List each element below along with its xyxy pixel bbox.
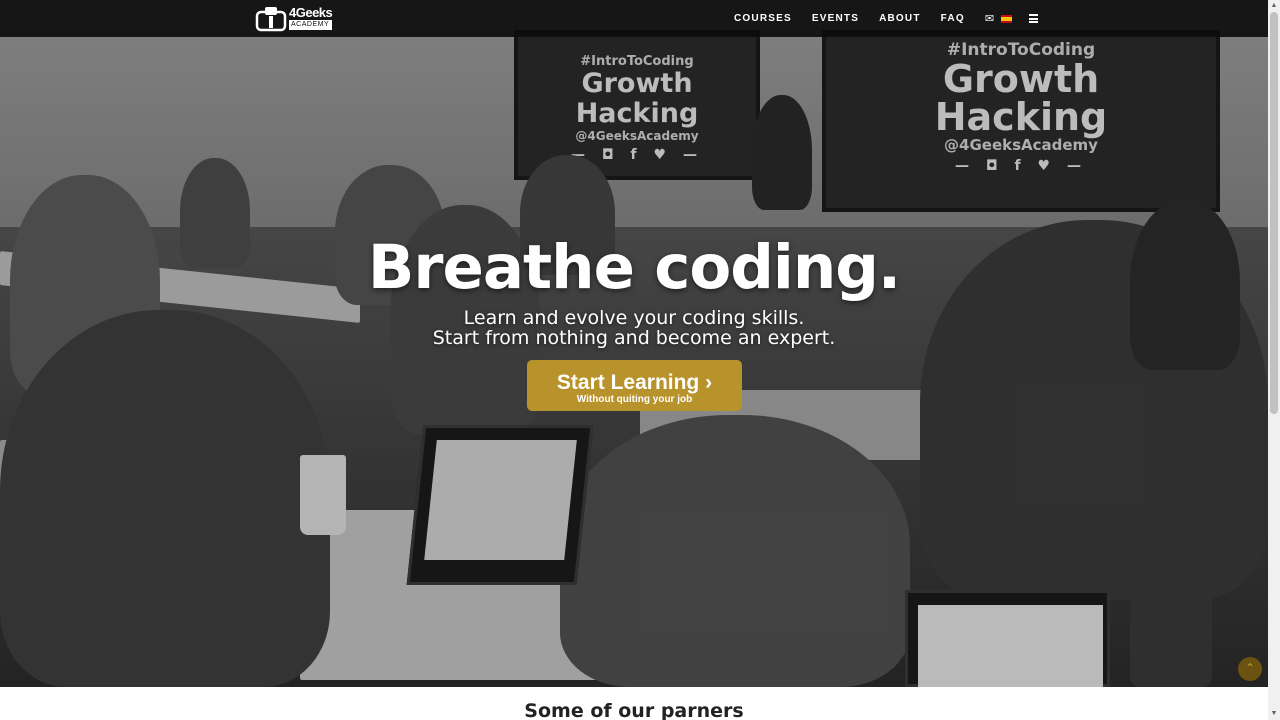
site-logo[interactable]: 4Geeks ACADEMY [255, 4, 333, 32]
nav-link-about[interactable]: ABOUT [879, 13, 921, 24]
envelope-icon[interactable]: ✉ [985, 12, 994, 25]
nav-menu: COURSES EVENTS ABOUT FAQ ✉ [734, 0, 1039, 37]
scroll-up-arrow-icon[interactable]: ▲ [1268, 0, 1280, 12]
logo-icon [255, 6, 287, 31]
start-learning-button[interactable]: Start Learning › Without quiting your jo… [527, 360, 742, 411]
chevron-up-icon: ⌃ [1244, 661, 1256, 675]
scroll-down-arrow-icon[interactable]: ▼ [1268, 708, 1280, 720]
start-learning-label: Start Learning › [556, 371, 713, 394]
nav-link-courses[interactable]: COURSES [734, 13, 792, 24]
start-learning-sublabel: Without quiting your job [576, 394, 693, 405]
logo-text-top: 4Geeks [289, 4, 333, 20]
hero-section: #IntroToCoding Growth Hacking @4GeeksAca… [0, 0, 1268, 687]
page-scrollbar[interactable]: ▲ ▼ [1268, 0, 1280, 720]
spain-flag-icon[interactable] [1001, 14, 1013, 23]
logo-text-bottom: ACADEMY [289, 19, 333, 30]
partners-heading: Some of our parners [524, 700, 744, 720]
nav-link-faq[interactable]: FAQ [941, 13, 965, 24]
hamburger-menu-icon[interactable] [1029, 14, 1039, 23]
scroll-to-top-button[interactable]: ⌃ [1238, 657, 1262, 681]
scrollbar-thumb[interactable] [1270, 12, 1278, 414]
hero-subtitle-line2: Start from nothing and become an expert. [432, 327, 836, 349]
hero-title: Breathe coding. [367, 232, 901, 303]
top-navbar: 4Geeks ACADEMY COURSES EVENTS ABOUT FAQ … [0, 0, 1268, 37]
hero-subtitle-line1: Learn and evolve your coding skills. [463, 307, 805, 329]
page: #IntroToCoding Growth Hacking @4GeeksAca… [0, 0, 1280, 720]
nav-link-events[interactable]: EVENTS [812, 13, 859, 24]
